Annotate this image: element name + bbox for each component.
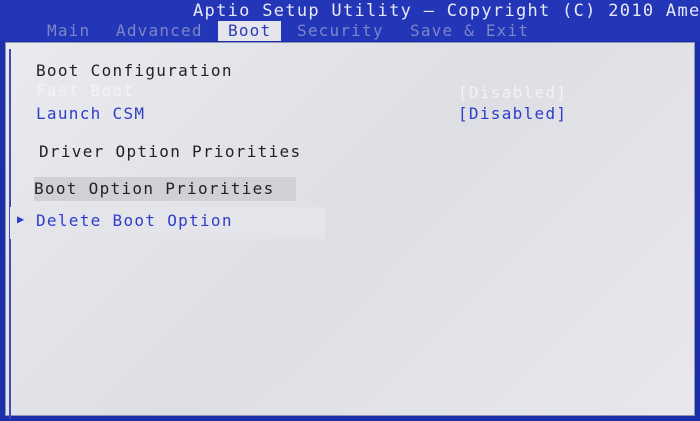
tab-bar: Main Advanced Boot Security Save & Exit	[0, 20, 700, 41]
launch-csm-value[interactable]: [Disabled]	[458, 104, 567, 124]
fast-boot-value[interactable]: [Disabled]	[458, 83, 567, 103]
boot-configuration-heading: Boot Configuration	[36, 61, 233, 80]
content-panel: Boot Configuration Fast Boot [Disabled] …	[5, 42, 695, 419]
boot-option-priorities-item[interactable]: Boot Option Priorities	[34, 179, 275, 199]
tab-boot[interactable]: Boot	[218, 21, 282, 41]
launch-csm-label[interactable]: Launch CSM	[36, 104, 145, 124]
fast-boot-label[interactable]: Fast Boot	[36, 81, 134, 101]
triangle-right-icon: ▶	[17, 212, 25, 226]
delete-boot-option-item[interactable]: Delete Boot Option	[36, 211, 233, 231]
tab-security[interactable]: Security	[297, 21, 384, 41]
title-text: Aptio Setup Utility – Copyright (C) 2010…	[193, 1, 700, 21]
title-bar: Aptio Setup Utility – Copyright (C) 2010…	[0, 0, 700, 21]
driver-option-priorities-item[interactable]: Driver Option Priorities	[39, 142, 301, 162]
tab-advanced[interactable]: Advanced	[116, 21, 203, 41]
bios-screen: Aptio Setup Utility – Copyright (C) 2010…	[0, 0, 700, 421]
tab-save-exit[interactable]: Save & Exit	[410, 21, 529, 41]
tab-main[interactable]: Main	[47, 21, 90, 41]
